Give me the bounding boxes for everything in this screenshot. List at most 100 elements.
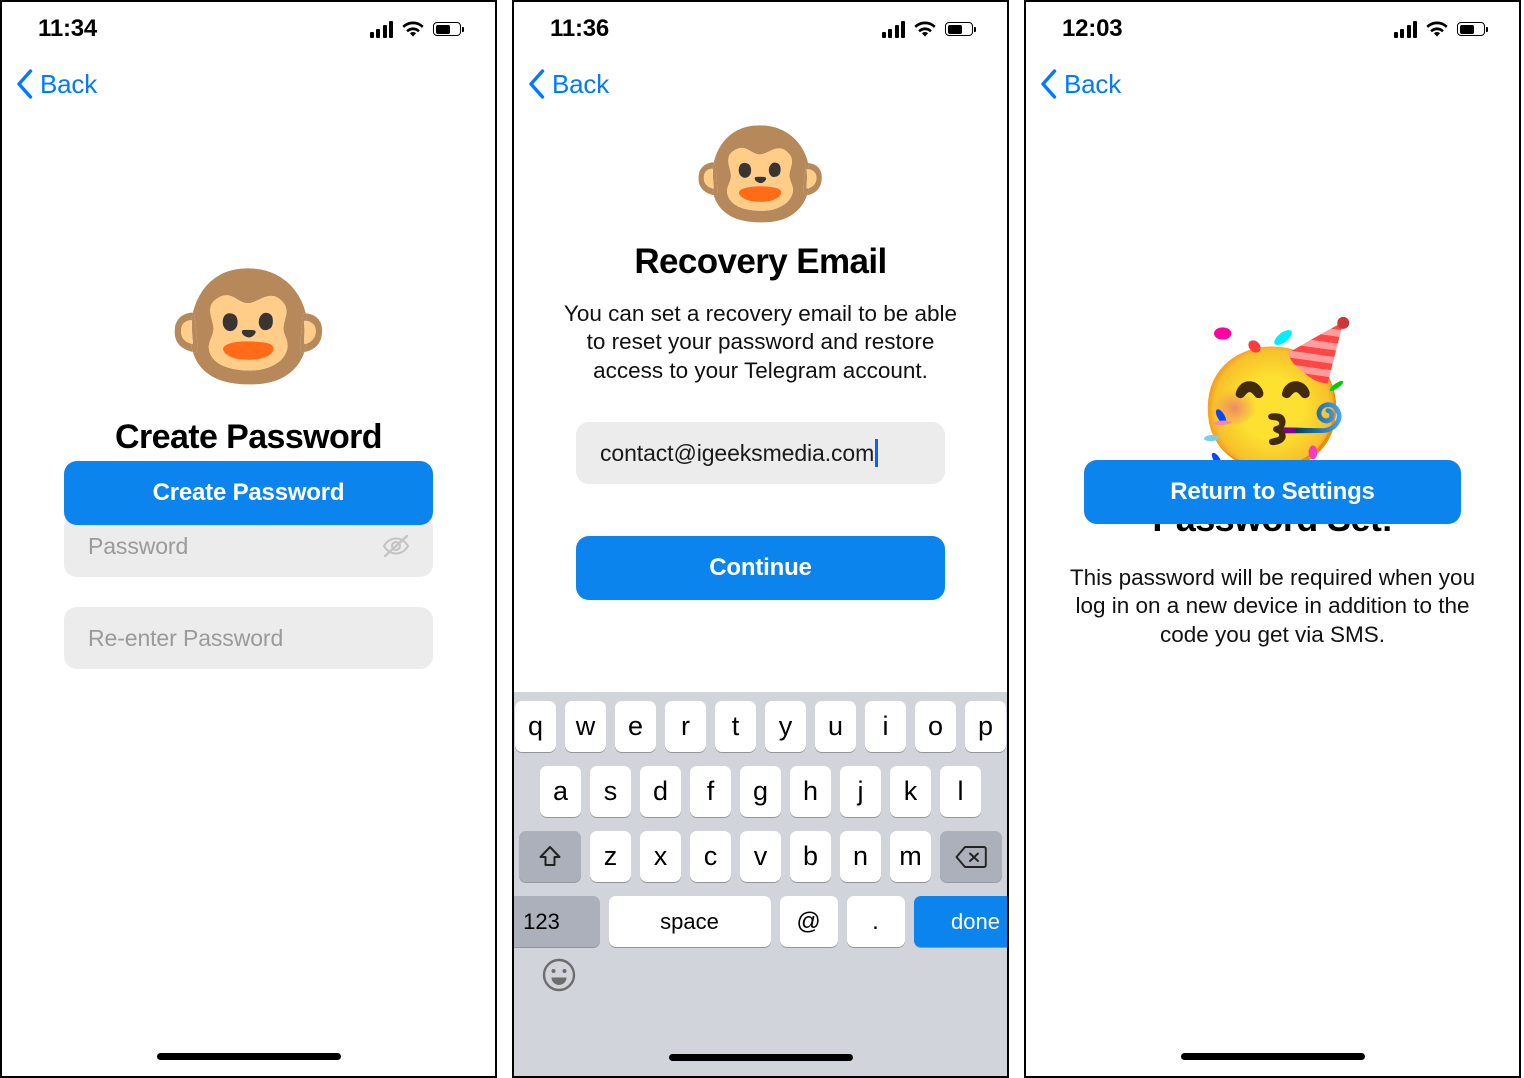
key-w[interactable]: w [565, 701, 606, 752]
key-period[interactable]: . [846, 896, 905, 947]
reenter-password-input-placeholder: Re-enter Password [88, 624, 284, 651]
back-button-label: Back [1064, 68, 1122, 99]
status-bar-clock: 12:03 [1062, 15, 1123, 42]
key-n[interactable]: n [840, 831, 881, 882]
key-done[interactable]: done [913, 896, 1007, 947]
key-o[interactable]: o [915, 701, 956, 752]
on-screen-keyboard: q w e r t y u i o p a s d f g h j k l z … [514, 692, 1007, 1076]
key-e[interactable]: e [615, 701, 656, 752]
three-screen-comparison: 11:34 Back 🐵 Create Password Password Re… [0, 0, 1524, 1078]
keyboard-row-4: 123 space @ . done [514, 896, 1007, 947]
key-c[interactable]: c [690, 831, 731, 882]
status-bar-icons [369, 20, 464, 38]
navigation-bar: Back [1026, 56, 1519, 112]
key-at-sign[interactable]: @ [779, 896, 838, 947]
status-bar-clock: 11:36 [550, 15, 610, 42]
panel-gap [1009, 0, 1024, 1078]
key-f[interactable]: f [690, 766, 731, 817]
home-indicator [156, 1053, 341, 1060]
key-u[interactable]: u [815, 701, 856, 752]
chevron-left-icon [529, 69, 545, 99]
back-button-label: Back [552, 68, 610, 99]
page-description: This password will be required when you … [1069, 565, 1476, 647]
key-g[interactable]: g [740, 766, 781, 817]
key-m[interactable]: m [890, 831, 931, 882]
text-caret [875, 439, 878, 468]
panel-gap [497, 0, 512, 1078]
keyboard-row-2: a s d f g h j k l [519, 766, 1002, 817]
cellular-bars-icon [881, 20, 905, 38]
back-button-label: Back [40, 68, 98, 99]
screen-body: 🥳 Password Set! This password will be re… [1026, 112, 1519, 649]
cellular-bars-icon [369, 20, 393, 38]
key-k[interactable]: k [890, 766, 931, 817]
battery-icon [433, 22, 464, 36]
password-input-placeholder: Password [88, 532, 189, 559]
recovery-email-input[interactable]: contact@igeeksmedia.com [576, 422, 945, 485]
primary-button-container: Continue [514, 536, 1007, 601]
shift-icon[interactable] [519, 831, 581, 882]
status-bar: 12:03 [1026, 2, 1519, 56]
status-bar-clock: 11:34 [38, 15, 98, 42]
back-button[interactable]: Back [528, 69, 609, 100]
screen-body: 🐵 Recovery Email You can set a recovery … [514, 111, 1007, 601]
monkey-face-emoji: 🐵 [165, 252, 332, 401]
status-bar-icons [881, 20, 976, 38]
key-space[interactable]: space [608, 896, 771, 947]
navigation-bar: Back [2, 56, 495, 112]
key-v[interactable]: v [740, 831, 781, 882]
home-indicator [668, 1054, 853, 1061]
key-t[interactable]: t [715, 701, 756, 752]
continue-button[interactable]: Continue [576, 536, 945, 601]
chevron-left-icon [1041, 69, 1057, 99]
key-a[interactable]: a [540, 766, 581, 817]
key-d[interactable]: d [640, 766, 681, 817]
key-b[interactable]: b [790, 831, 831, 882]
key-p[interactable]: p [965, 701, 1006, 752]
key-h[interactable]: h [790, 766, 831, 817]
create-password-button[interactable]: Create Password [64, 461, 433, 525]
eye-off-icon[interactable] [381, 533, 411, 559]
key-l[interactable]: l [940, 766, 981, 817]
back-button[interactable]: Back [1040, 69, 1121, 100]
password-fields: Password Re-enter Password [2, 515, 495, 669]
email-field-container: contact@igeeksmedia.com [514, 422, 1007, 485]
status-bar: 11:36 [514, 2, 1007, 56]
navigation-bar: Back [514, 56, 1007, 112]
partying-face-emoji: 🥳 [1187, 318, 1358, 470]
home-indicator [1180, 1053, 1365, 1060]
page-title: Create Password [115, 418, 383, 456]
key-q[interactable]: q [515, 701, 556, 752]
return-to-settings-button[interactable]: Return to Settings [1084, 460, 1461, 525]
screen-body: 🐵 Create Password Password Re-enter Pass… [2, 112, 495, 669]
key-s[interactable]: s [590, 766, 631, 817]
key-y[interactable]: y [765, 701, 806, 752]
monkey-face-emoji: 🐵 [690, 111, 831, 236]
back-button[interactable]: Back [16, 69, 97, 100]
battery-icon [1457, 22, 1488, 36]
status-bar: 11:34 [2, 2, 495, 56]
recovery-email-input-value: contact@igeeksmedia.com [600, 439, 875, 466]
primary-button-container: Return to Settings [1084, 460, 1461, 525]
wifi-icon [1426, 20, 1448, 37]
emoji-smiley-icon[interactable] [541, 957, 577, 993]
phone-screen-password-set: 12:03 Back 🥳 Password Set! [1024, 0, 1521, 1078]
status-bar-icons [1393, 20, 1488, 38]
reenter-password-input[interactable]: Re-enter Password [64, 607, 433, 669]
keyboard-row-3: z x c v b n m [519, 831, 1002, 882]
chevron-left-icon [17, 69, 33, 99]
key-j[interactable]: j [840, 766, 881, 817]
cellular-bars-icon [1393, 20, 1417, 38]
phone-screen-create-password: 11:34 Back 🐵 Create Password Password Re… [0, 0, 497, 1078]
key-r[interactable]: r [665, 701, 706, 752]
keyboard-row-1: q w e r t y u i o p [515, 701, 1006, 752]
keyboard-row-5 [519, 957, 1002, 993]
key-z[interactable]: z [590, 831, 631, 882]
key-i[interactable]: i [865, 701, 906, 752]
delete-icon[interactable] [940, 831, 1002, 882]
primary-button-container: Create Password [64, 461, 433, 525]
phone-screen-recovery-email: 11:36 Back 🐵 Recovery Email You can set … [512, 0, 1009, 1078]
key-x[interactable]: x [640, 831, 681, 882]
page-title: Recovery Email [634, 242, 887, 281]
key-numbers[interactable]: 123 [514, 896, 600, 947]
